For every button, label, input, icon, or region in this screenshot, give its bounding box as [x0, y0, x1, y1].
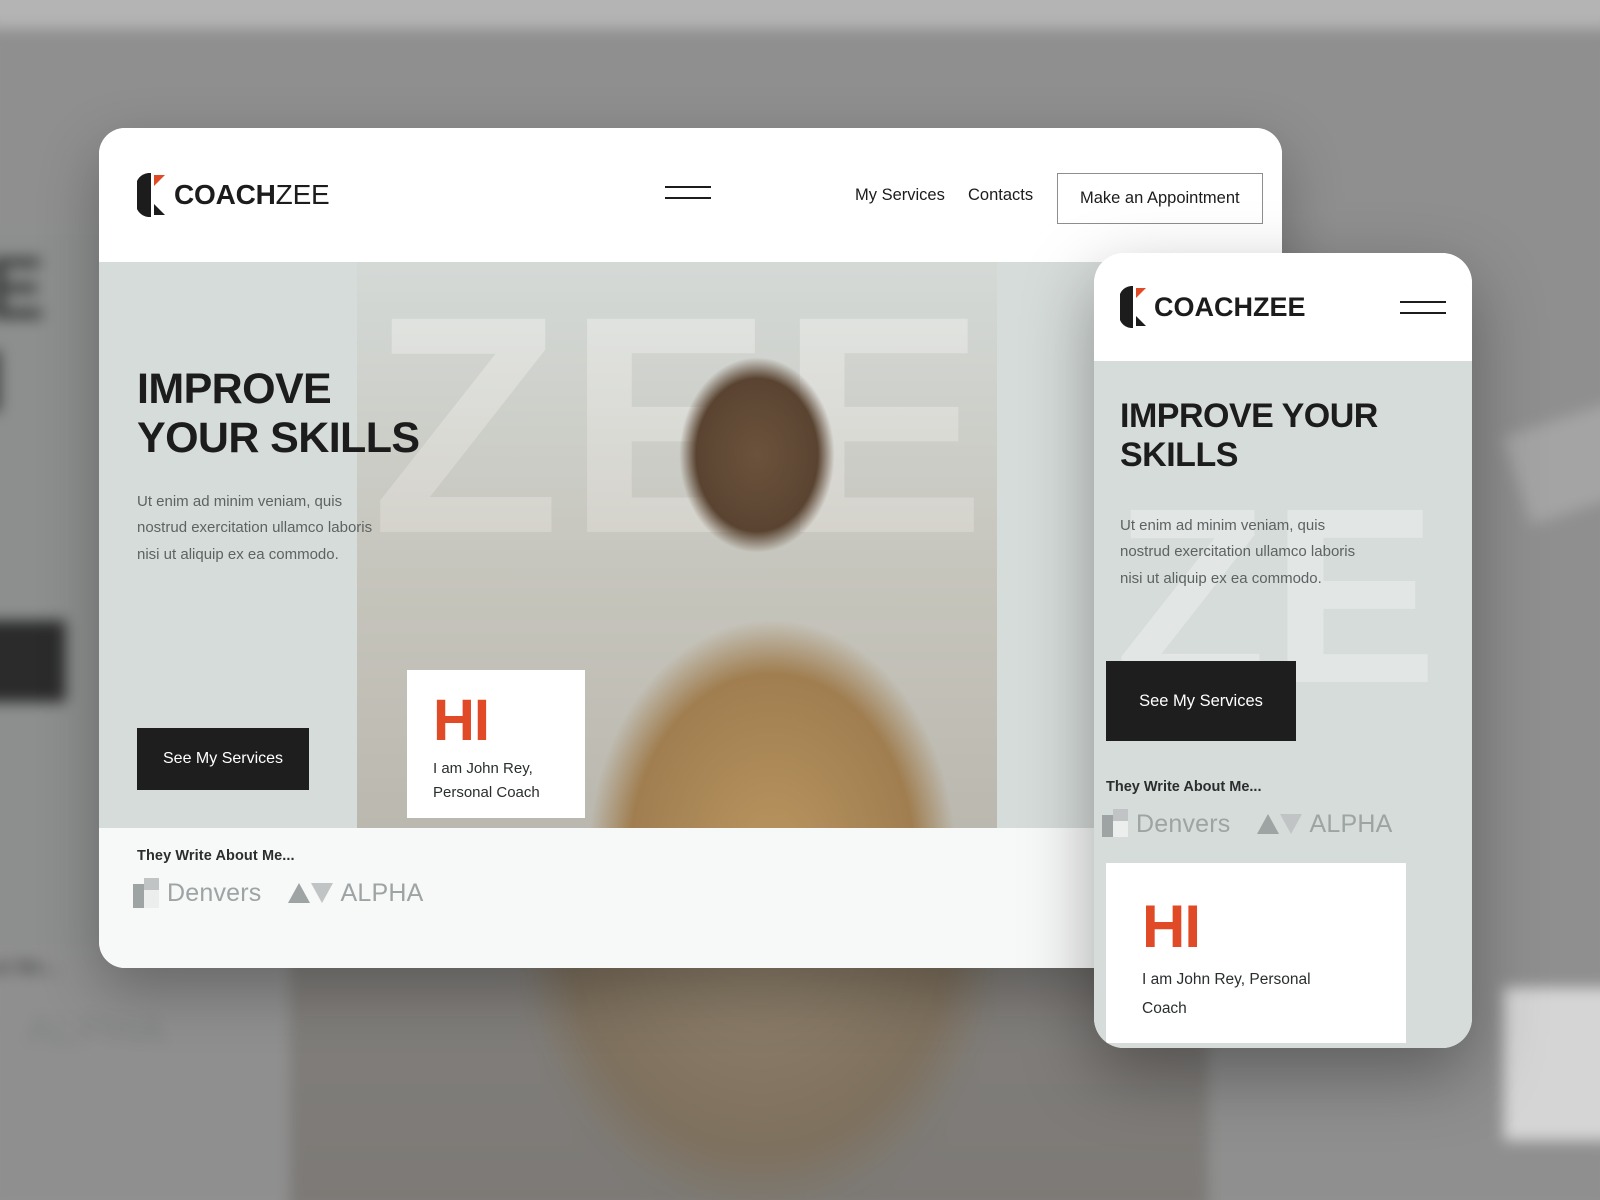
brand-name-denvers: Denvers: [167, 878, 262, 907]
background-write-label: They Write About Me...: [0, 957, 60, 979]
coachzee-logo-icon: [1120, 285, 1146, 329]
hero-copy: IMPROVE YOUR SKILLS Ut enim ad minim ven…: [137, 365, 437, 568]
background-top-bar: [0, 0, 1600, 29]
alpha-triangles-icon: [287, 883, 333, 903]
mobile-hero: ZE IMPROVE YOUR SKILLS Ut enim ad minim …: [1094, 361, 1472, 837]
mobile-logo-text: COACHZEE: [1154, 291, 1306, 322]
alpha-triangles-icon: [1256, 814, 1302, 834]
background-brand-name: ALPHA: [26, 1008, 166, 1053]
mobile-logo-text-bold: COACH: [1154, 291, 1253, 322]
coachzee-logo-icon: [137, 172, 165, 218]
nav-link-contacts[interactable]: Contacts: [968, 186, 1033, 205]
mobile-intro-card: HI I am John Rey, Personal Coach: [1106, 863, 1406, 1043]
brand-name-alpha: ALPHA: [340, 878, 424, 907]
mobile-header: COACHZEE: [1094, 253, 1472, 361]
logo-text-light: ZEE: [275, 179, 330, 210]
they-write-about-me-label: They Write About Me...: [137, 848, 295, 864]
mobile-logo[interactable]: COACHZEE: [1120, 285, 1306, 329]
denvers-block-icon: [133, 878, 159, 908]
hero-paragraph: Ut enim ad minim veniam, quis nostrud ex…: [137, 493, 373, 563]
brand-alpha: ALPHA: [287, 878, 424, 908]
nav-link-my-services[interactable]: My Services: [855, 186, 945, 205]
mobile-greeting-subtitle: I am John Rey, Personal Coach: [1142, 971, 1311, 1017]
mobile-hero-title: IMPROVE YOUR SKILLS: [1120, 397, 1378, 475]
make-appointment-button[interactable]: Make an Appointment: [1057, 173, 1263, 224]
hamburger-icon[interactable]: [665, 186, 711, 199]
hero-title: IMPROVE YOUR SKILLS: [137, 365, 420, 462]
mobile-see-my-services-button[interactable]: See My Services: [1106, 661, 1296, 741]
background-right-card: [1503, 987, 1600, 1141]
mobile-brand-logos: Denvers ALPHA: [1102, 809, 1392, 837]
mobile-brand-alpha: ALPHA: [1256, 809, 1393, 838]
desktop-header: COACHZEE My Services Contacts Make an Ap…: [99, 128, 1282, 262]
denvers-block-icon: [1102, 809, 1128, 837]
logo[interactable]: COACHZEE: [137, 172, 330, 218]
mobile-logo-text-light: ZEE: [1253, 291, 1306, 322]
background-title: OVE SKI: [0, 242, 45, 429]
brand-logos: Denvers ALPHA: [133, 878, 423, 908]
mobile-hero-paragraph: Ut enim ad minim veniam, quis nostrud ex…: [1120, 517, 1356, 587]
logo-text: COACHZEE: [174, 181, 330, 209]
logo-text-bold: COACH: [174, 179, 276, 210]
mobile-brand-name-denvers: Denvers: [1136, 809, 1231, 838]
hero-greeting: HI: [433, 688, 490, 753]
mobile-mockup: COACHZEE ZE IMPROVE YOUR SKILLS Ut enim …: [1094, 253, 1472, 1048]
mobile-they-write-about-me-label: They Write About Me...: [1106, 779, 1262, 795]
mobile-brand-denvers: Denvers: [1102, 809, 1231, 837]
hero-intro-card: HI I am John Rey, Personal Coach: [407, 670, 585, 818]
screenshot-stage: OVE SKI ...veniam, quis ...tion ullamco …: [0, 0, 1600, 1200]
mobile-greeting: HI: [1142, 893, 1201, 960]
hamburger-icon[interactable]: [1400, 300, 1446, 314]
background-brands: ALPHA: [0, 1008, 166, 1054]
see-my-services-button[interactable]: See My Services: [137, 728, 310, 790]
background-cta-button: See My: [0, 620, 66, 702]
hero-greeting-subtitle: I am John Rey, Personal Coach: [433, 760, 540, 801]
mobile-brand-name-alpha: ALPHA: [1309, 809, 1393, 838]
brand-denvers: Denvers: [133, 878, 262, 908]
